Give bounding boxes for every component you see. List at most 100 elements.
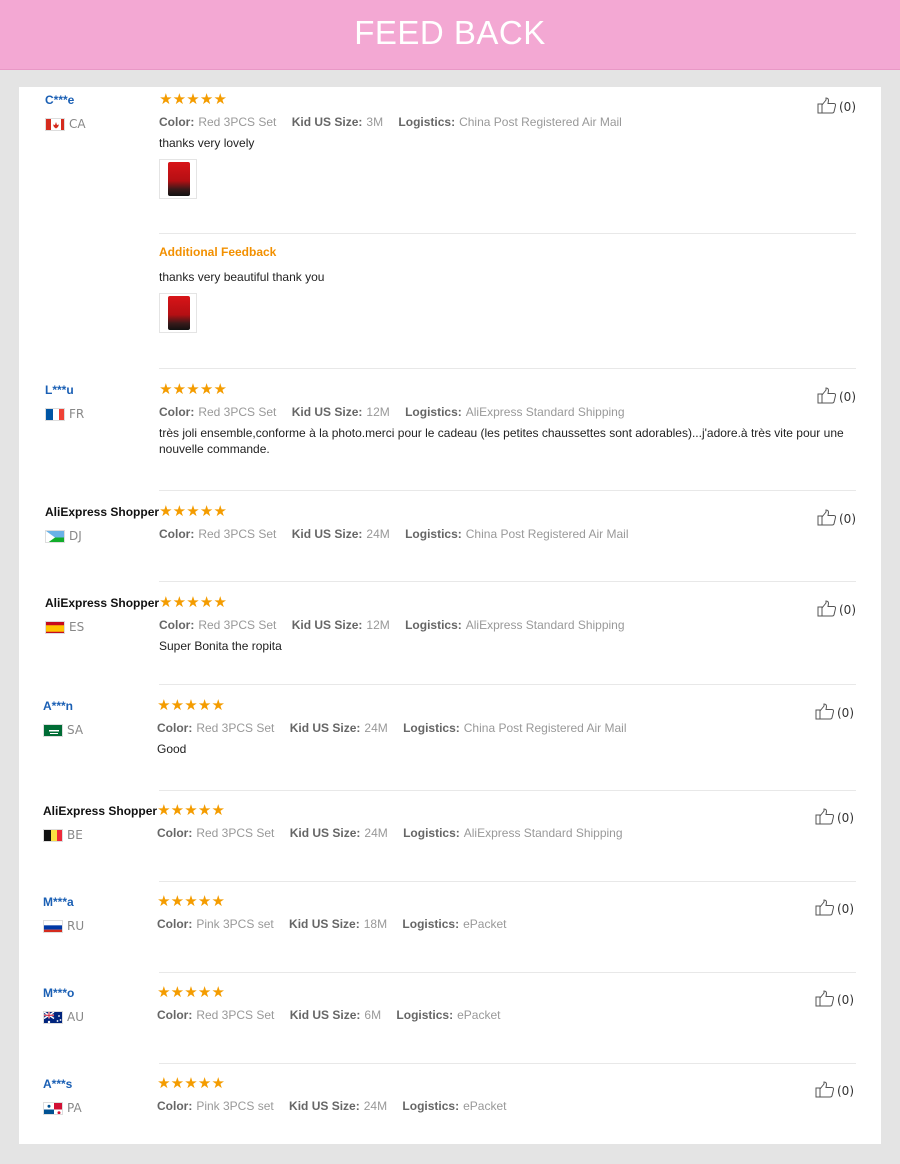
helpful-button[interactable]: (0) (817, 97, 856, 117)
outfit-image (168, 296, 190, 330)
reviewer-country: SA (43, 723, 83, 737)
feedback-panel: C***e CA ★ ★ ★ ★ ★ Color: Red 3PCS Set Kid US… (19, 87, 881, 1144)
country-code: PA (67, 1101, 82, 1115)
color-value: Red 3PCS Set (196, 1008, 275, 1022)
star-rating: ★ ★ ★ ★ ★ (157, 1074, 225, 1092)
logistics-value: AliExpress Standard Shipping (465, 618, 625, 632)
belgium-flag-icon (43, 828, 63, 842)
helpful-button[interactable]: (0) (815, 703, 854, 723)
helpful-button[interactable]: (0) (817, 509, 856, 529)
helpful-count: (0) (837, 1084, 854, 1098)
thumbs-up-icon (815, 1081, 837, 1101)
star-icon: ★ (213, 380, 227, 398)
helpful-count: (0) (837, 902, 854, 916)
color-value: Red 3PCS Set (196, 826, 275, 840)
star-icon: ★ (197, 892, 212, 910)
feedback-divider (159, 790, 856, 791)
banner-title: FEED BACK (354, 14, 546, 51)
order-attributes: Color: Red 3PCS Set Kid US Size: 6M Logist… (157, 1008, 512, 1022)
star-icon: ★ (157, 801, 171, 819)
country-code: SA (67, 723, 84, 737)
star-rating: ★ ★ ★ ★ ★ (159, 90, 227, 108)
logistics-value: AliExpress Standard Shipping (465, 405, 625, 419)
star-icon: ★ (199, 593, 214, 611)
size-label: Kid US Size: (289, 721, 361, 735)
reviewer-name: L***u (45, 383, 74, 397)
order-attributes: Color: Red 3PCS Set Kid US Size: 12M Logis… (159, 618, 637, 632)
helpful-button[interactable]: (0) (817, 387, 856, 407)
feedback-banner: FEED BACK (0, 0, 900, 70)
helpful-count: (0) (837, 993, 854, 1007)
reviewer-country: BE (43, 828, 83, 842)
logistics-label: Logistics: (405, 618, 462, 632)
star-icon: ★ (184, 983, 198, 1001)
order-attributes: Color: Pink 3PCS set Kid US Size: 18M Logi… (157, 917, 518, 931)
color-value: Pink 3PCS set (196, 917, 274, 931)
helpful-count: (0) (839, 100, 856, 114)
review-comment: thanks very lovely (159, 136, 255, 150)
reviewer-country: PA (43, 1101, 82, 1115)
color-value: Red 3PCS Set (198, 618, 277, 632)
logistics-label: Logistics: (402, 1099, 460, 1113)
color-value: Red 3PCS Set (198, 405, 277, 419)
star-icon: ★ (159, 502, 173, 520)
helpful-count: (0) (839, 603, 856, 617)
thumbs-up-icon (815, 899, 837, 919)
order-attributes: Color: Red 3PCS Set Kid US Size: 24M Logis… (157, 721, 639, 735)
size-label: Kid US Size: (289, 917, 360, 931)
russia-flag-icon (43, 919, 63, 933)
country-code: DJ (69, 529, 82, 543)
star-icon: ★ (172, 90, 187, 108)
order-attributes: Color: Red 3PCS Set Kid US Size: 24M Logis… (157, 826, 635, 840)
australia-flag-icon (43, 1010, 63, 1024)
additional-review-photo[interactable] (159, 293, 197, 333)
helpful-button[interactable]: (0) (815, 808, 854, 828)
star-rating: ★ ★ ★ ★ ★ (157, 892, 225, 910)
size-label: Kid US Size: (291, 405, 363, 419)
star-rating: ★ ★ ★ ★ ★ (159, 380, 227, 398)
reviewer-name: M***a (43, 895, 74, 909)
country-code: BE (67, 828, 83, 842)
size-value: 18M (363, 917, 388, 931)
star-icon: ★ (159, 380, 173, 398)
star-icon: ★ (170, 696, 185, 714)
thumbs-up-icon (815, 990, 837, 1010)
star-icon: ★ (157, 983, 171, 1001)
star-icon: ★ (213, 90, 227, 108)
helpful-button[interactable]: (0) (815, 1081, 854, 1101)
feedback-divider (159, 233, 856, 234)
color-label: Color: (159, 618, 195, 632)
star-icon: ★ (197, 1074, 212, 1092)
star-icon: ★ (199, 380, 214, 398)
feedback-divider (159, 490, 856, 491)
logistics-value: ePacket (463, 917, 507, 931)
color-label: Color: (157, 917, 193, 931)
star-icon: ★ (170, 1074, 185, 1092)
helpful-count: (0) (839, 512, 856, 526)
reviewer-name: AliExpress Shopper (43, 804, 158, 818)
color-value: Pink 3PCS set (196, 1099, 274, 1113)
star-icon: ★ (213, 502, 227, 520)
star-icon: ★ (170, 892, 185, 910)
star-icon: ★ (199, 502, 214, 520)
helpful-button[interactable]: (0) (815, 899, 854, 919)
star-icon: ★ (186, 593, 200, 611)
reviewer-name: M***o (43, 986, 75, 1000)
review-photo[interactable] (159, 159, 197, 199)
star-icon: ★ (157, 892, 171, 910)
feedback-divider (159, 972, 856, 973)
logistics-label: Logistics: (405, 405, 462, 419)
additional-comment: thanks very beautiful thank you (159, 270, 325, 284)
color-label: Color: (159, 115, 195, 129)
helpful-button[interactable]: (0) (817, 600, 856, 620)
size-label: Kid US Size: (291, 115, 363, 129)
color-value: Red 3PCS Set (198, 527, 277, 541)
logistics-label: Logistics: (396, 1008, 454, 1022)
reviewer-name: C***e (45, 93, 75, 107)
star-rating: ★ ★ ★ ★ ★ (159, 593, 227, 611)
star-icon: ★ (159, 593, 173, 611)
size-label: Kid US Size: (289, 826, 361, 840)
helpful-count: (0) (837, 706, 854, 720)
panama-flag-icon (43, 1101, 63, 1115)
helpful-button[interactable]: (0) (815, 990, 854, 1010)
